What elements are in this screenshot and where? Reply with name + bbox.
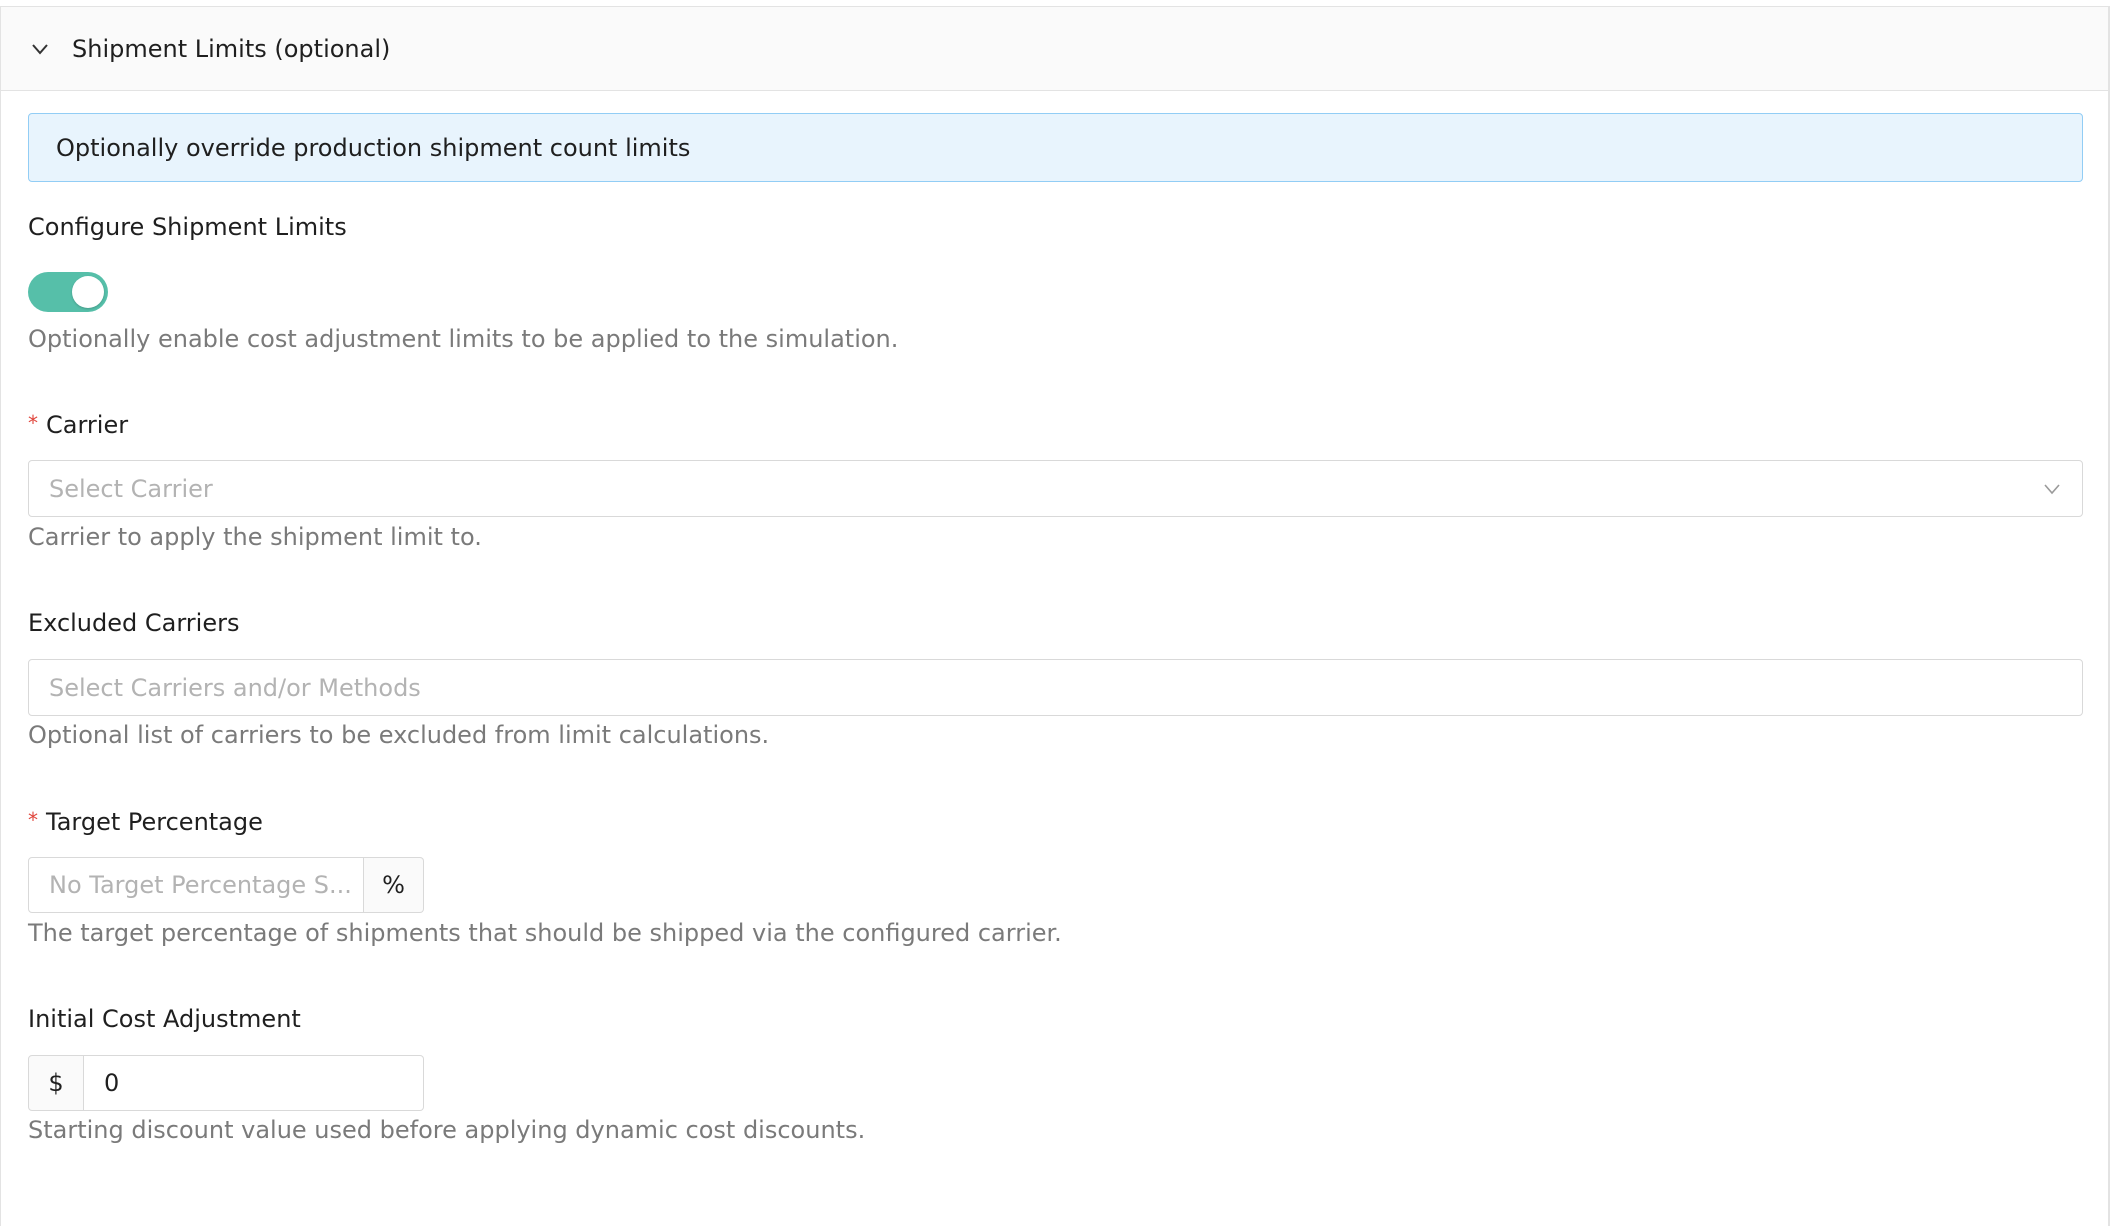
carrier-select-placeholder: Select Carrier xyxy=(49,474,213,503)
panel-title: Shipment Limits (optional) xyxy=(72,34,391,63)
shipment-limits-panel: Shipment Limits (optional) xyxy=(0,6,2110,1226)
configure-shipment-limits-label: Configure Shipment Limits xyxy=(28,213,347,241)
target-percentage-input-group: No Target Percentage S... % xyxy=(28,857,424,913)
target-percentage-label-text: Target Percentage xyxy=(46,808,263,836)
excluded-carriers-placeholder: Select Carriers and/or Methods xyxy=(49,673,421,702)
info-banner: Optionally override production shipment … xyxy=(28,113,2083,182)
carrier-help-text: Carrier to apply the shipment limit to. xyxy=(28,523,482,551)
excluded-carriers-select[interactable]: Select Carriers and/or Methods xyxy=(28,659,2083,716)
configure-shipment-limits-toggle[interactable] xyxy=(28,272,108,312)
carrier-select[interactable]: Select Carrier xyxy=(28,460,2083,517)
initial-cost-input-group: $ 0 xyxy=(28,1055,424,1111)
initial-cost-value: 0 xyxy=(104,1069,120,1097)
target-percentage-label: * Target Percentage xyxy=(28,806,263,839)
carrier-label-text: Carrier xyxy=(46,411,129,439)
info-banner-text: Optionally override production shipment … xyxy=(56,133,691,162)
initial-cost-input[interactable]: 0 xyxy=(84,1055,424,1111)
excluded-carriers-help-text: Optional list of carriers to be excluded… xyxy=(28,721,770,749)
required-marker: * xyxy=(28,411,38,435)
initial-cost-help-text: Starting discount value used before appl… xyxy=(28,1116,866,1144)
required-marker: * xyxy=(28,808,38,832)
chevron-down-icon[interactable] xyxy=(29,38,51,60)
target-percentage-placeholder: No Target Percentage S... xyxy=(49,871,352,899)
configure-help-text: Optionally enable cost adjustment limits… xyxy=(28,325,899,353)
carrier-label: * Carrier xyxy=(28,409,128,442)
target-percentage-help-text: The target percentage of shipments that … xyxy=(28,919,1062,947)
chevron-down-icon xyxy=(2042,479,2062,499)
initial-cost-adjustment-label: Initial Cost Adjustment xyxy=(28,1005,301,1033)
excluded-carriers-label: Excluded Carriers xyxy=(28,609,240,637)
toggle-knob xyxy=(72,276,104,308)
percent-suffix: % xyxy=(364,857,424,913)
panel-header[interactable]: Shipment Limits (optional) xyxy=(1,7,2108,91)
dollar-prefix: $ xyxy=(28,1055,84,1111)
target-percentage-input[interactable]: No Target Percentage S... xyxy=(28,857,364,913)
